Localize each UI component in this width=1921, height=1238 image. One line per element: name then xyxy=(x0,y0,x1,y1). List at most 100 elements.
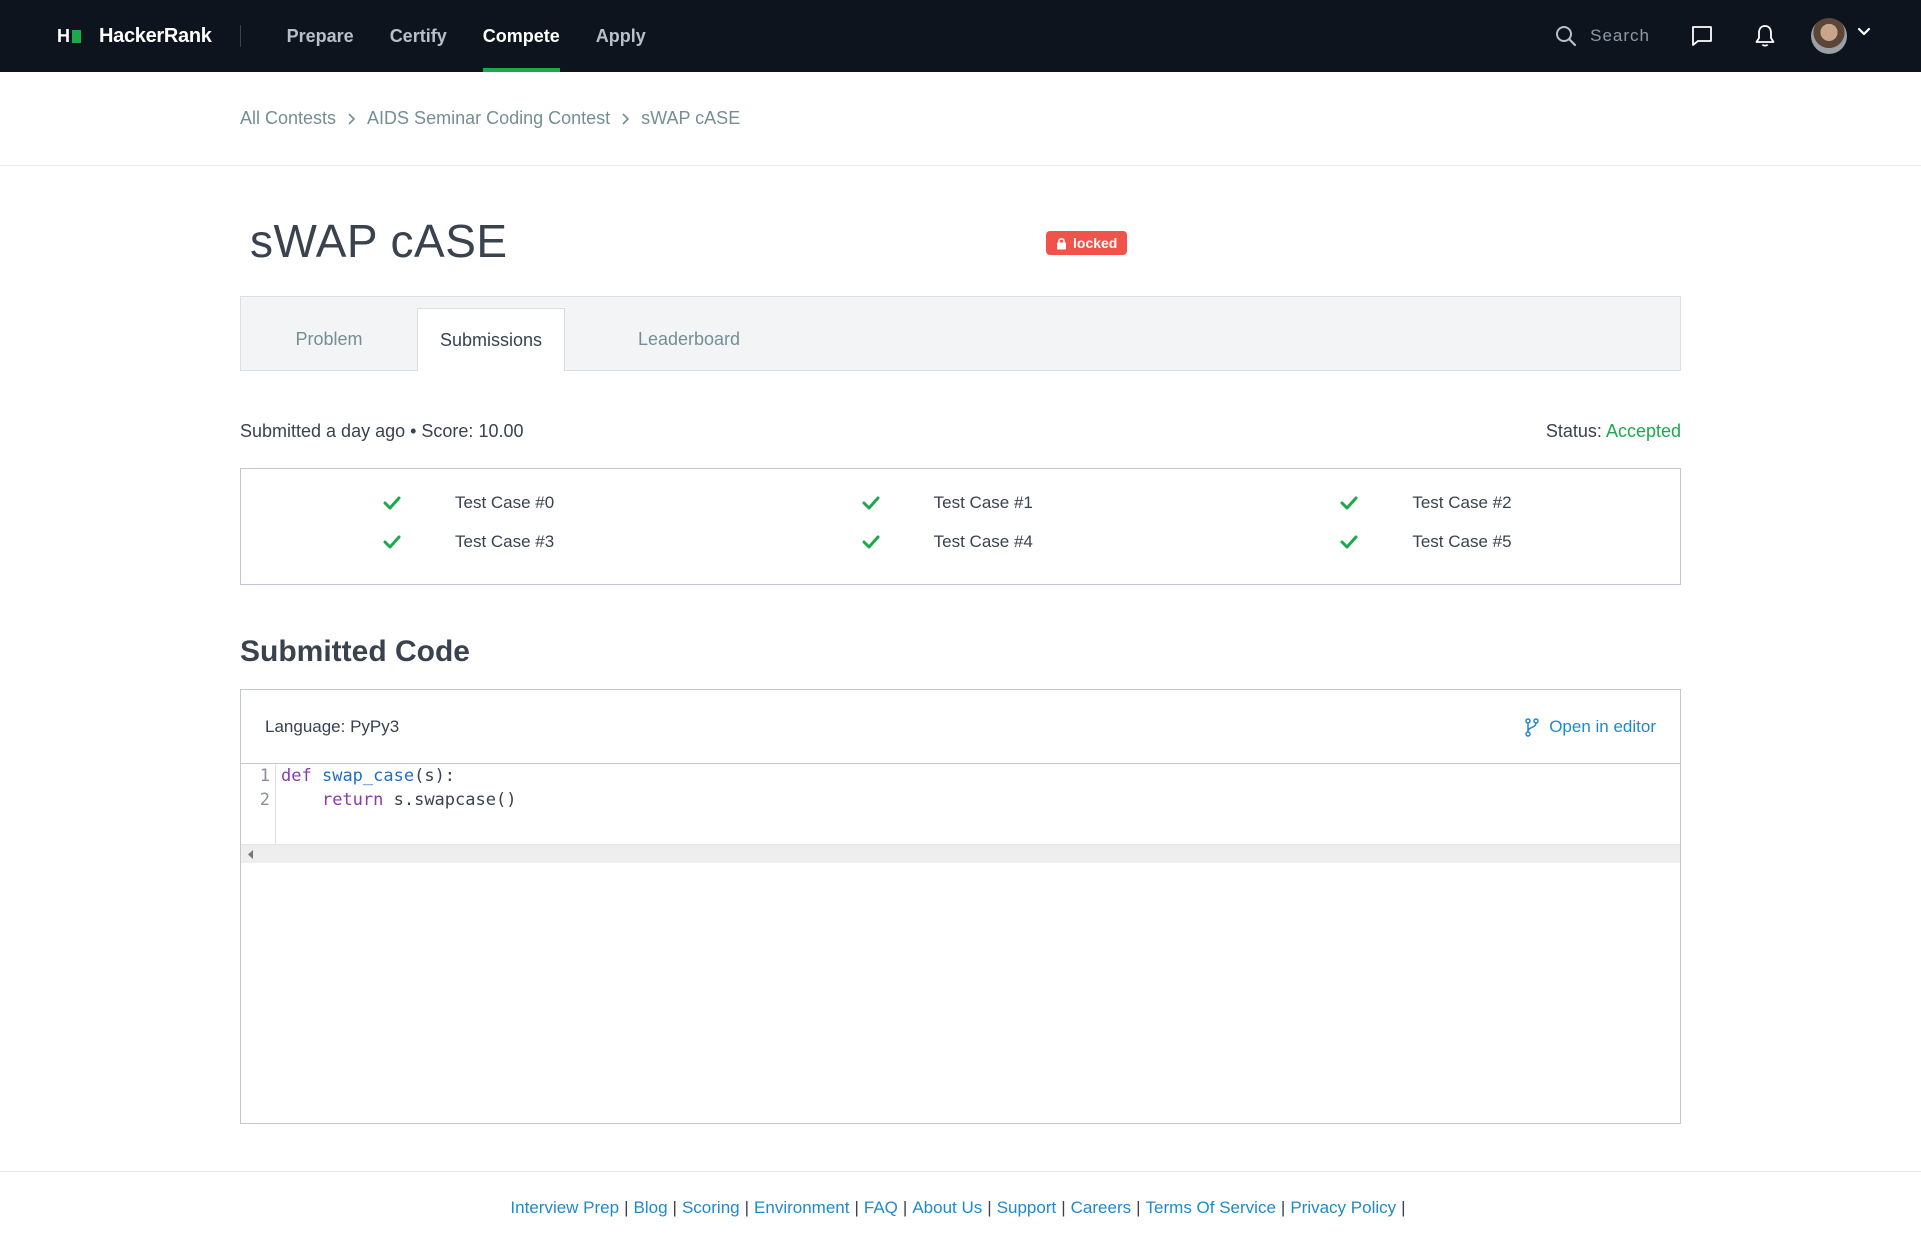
footer-link-privacy[interactable]: Privacy Policy xyxy=(1290,1198,1396,1218)
test-case-label: Test Case #2 xyxy=(1412,492,1512,512)
chevron-right-icon xyxy=(621,112,630,125)
code-line: def swap_case(s): xyxy=(281,764,516,788)
check-icon xyxy=(862,535,882,549)
hackerrank-logo-icon: H xyxy=(57,26,81,47)
code-line: return s.swapcase() xyxy=(281,788,516,812)
footer-separator: | xyxy=(1280,1198,1286,1217)
test-case-item[interactable]: Test Case #1 xyxy=(721,483,1201,522)
nav-link-apply[interactable]: Apply xyxy=(578,0,664,72)
test-case-item[interactable]: Test Case #3 xyxy=(241,522,721,561)
check-icon xyxy=(1340,496,1360,510)
search-placeholder: Search xyxy=(1590,26,1650,45)
branch-icon xyxy=(1525,717,1539,737)
code-lines: def swap_case(s): return s.swapcase() xyxy=(281,764,516,812)
test-case-item[interactable]: Test Case #4 xyxy=(721,522,1201,561)
footer-separator: | xyxy=(1401,1198,1406,1217)
test-case-item[interactable]: Test Case #2 xyxy=(1200,483,1680,522)
footer-link-about-us[interactable]: About Us xyxy=(912,1198,982,1218)
open-in-editor-label: Open in editor xyxy=(1549,716,1656,736)
footer-separator: | xyxy=(987,1198,992,1217)
brand-mark-letter: H xyxy=(57,25,70,46)
code-function-name: swap_case xyxy=(321,766,415,786)
brand-logo[interactable]: H HackerRank xyxy=(57,25,212,48)
line-number-gutter: 1 2 xyxy=(241,764,276,844)
avatar[interactable] xyxy=(1811,18,1847,54)
line-number: 2 xyxy=(259,790,270,810)
breadcrumb-contest[interactable]: AIDS Seminar Coding Contest xyxy=(367,108,610,129)
breadcrumb-current: sWAP cASE xyxy=(641,108,741,128)
submission-summary: Submitted a day ago • Score: 10.00 Statu… xyxy=(240,421,1681,442)
footer-link-interview-prep[interactable]: Interview Prep xyxy=(510,1198,619,1218)
footer-separator: | xyxy=(1061,1198,1066,1217)
status-value: Accepted xyxy=(1605,421,1681,441)
code-panel-header: Language: PyPy3 Open in editor xyxy=(241,690,1680,764)
breadcrumb-bar: All Contests AIDS Seminar Coding Contest… xyxy=(0,72,1921,166)
test-case-label: Test Case #1 xyxy=(933,492,1033,512)
nav-links: Prepare Certify Compete Apply xyxy=(269,0,664,72)
tab-leaderboard[interactable]: Leaderboard xyxy=(565,308,813,370)
breadcrumb-all-contests[interactable]: All Contests xyxy=(240,108,336,129)
nav-link-compete[interactable]: Compete xyxy=(465,0,578,72)
tab-problem[interactable]: Problem xyxy=(241,308,417,370)
horizontal-scrollbar[interactable] xyxy=(241,844,1680,863)
language-label: Language: PyPy3 xyxy=(265,716,400,736)
code-keyword: return xyxy=(321,790,384,810)
submission-status: Status: Accepted xyxy=(1546,421,1681,442)
submitted-code-heading: Submitted Code xyxy=(240,635,470,668)
code-text: s.swapcase() xyxy=(383,790,517,810)
nav-divider xyxy=(239,25,241,47)
notifications-button[interactable] xyxy=(1754,24,1776,48)
code-text: (s): xyxy=(414,766,456,786)
status-badge: locked xyxy=(1046,231,1128,255)
footer-separator: | xyxy=(672,1198,677,1217)
footer: Interview Prep | Blog | Scoring | Environme… xyxy=(0,1171,1921,1238)
top-navbar: H HackerRank Prepare Certify Compete App… xyxy=(0,0,1921,72)
test-case-item[interactable]: Test Case #0 xyxy=(241,483,721,522)
test-case-grid: Test Case #0 Test Case #1 Test Case #2 T… xyxy=(240,468,1681,585)
tab-submissions[interactable]: Submissions xyxy=(417,308,565,371)
footer-link-scoring[interactable]: Scoring xyxy=(682,1198,740,1218)
check-icon xyxy=(1340,535,1360,549)
chevron-down-icon xyxy=(1857,27,1871,36)
search-input[interactable]: Search xyxy=(1555,25,1650,47)
footer-separator: | xyxy=(902,1198,908,1217)
brand-mark-box xyxy=(72,29,81,43)
status-badge-label: locked xyxy=(1073,235,1118,251)
code-viewer[interactable]: 1 2 def swap_case(s): return s.swapcase(… xyxy=(241,764,1680,844)
breadcrumb: All Contests AIDS Seminar Coding Contest… xyxy=(240,108,740,129)
submission-meta: Submitted a day ago • Score: 10.00 xyxy=(240,421,524,441)
test-case-label: Test Case #3 xyxy=(455,531,555,551)
code-panel: Language: PyPy3 Open in editor 1 2 def s… xyxy=(240,689,1681,1124)
tab-bar: Problem Submissions Leaderboard xyxy=(240,296,1681,371)
check-icon xyxy=(862,496,882,510)
line-number: 1 xyxy=(259,766,270,786)
test-case-label: Test Case #4 xyxy=(933,531,1033,551)
nav-right: Search xyxy=(1555,0,1871,72)
footer-link-faq[interactable]: FAQ xyxy=(864,1198,898,1218)
footer-link-support[interactable]: Support xyxy=(997,1198,1057,1218)
check-icon xyxy=(383,535,403,549)
nav-link-prepare[interactable]: Prepare xyxy=(269,0,372,72)
open-in-editor-button[interactable]: Open in editor xyxy=(1525,717,1656,737)
nav-link-certify[interactable]: Certify xyxy=(372,0,465,72)
test-case-item[interactable]: Test Case #5 xyxy=(1200,522,1680,561)
page-title: sWAP cASE xyxy=(250,215,508,267)
search-icon xyxy=(1556,26,1577,47)
scroll-left-arrow-icon xyxy=(248,849,253,859)
footer-link-environment[interactable]: Environment xyxy=(754,1198,849,1218)
footer-link-careers[interactable]: Careers xyxy=(1071,1198,1131,1218)
profile-menu-toggle[interactable] xyxy=(1857,24,1871,42)
messages-button[interactable] xyxy=(1690,24,1714,48)
footer-link-blog[interactable]: Blog xyxy=(634,1198,668,1218)
footer-link-terms[interactable]: Terms Of Service xyxy=(1146,1198,1276,1218)
brand-name: HackerRank xyxy=(99,24,212,47)
footer-separator: | xyxy=(854,1198,859,1217)
title-row: sWAP cASE locked xyxy=(240,166,1681,296)
bell-icon xyxy=(1755,25,1775,47)
test-case-label: Test Case #0 xyxy=(455,492,555,512)
check-icon xyxy=(383,496,403,510)
lock-icon xyxy=(1057,237,1066,249)
code-keyword: def xyxy=(281,766,312,786)
chevron-right-icon xyxy=(347,112,356,125)
